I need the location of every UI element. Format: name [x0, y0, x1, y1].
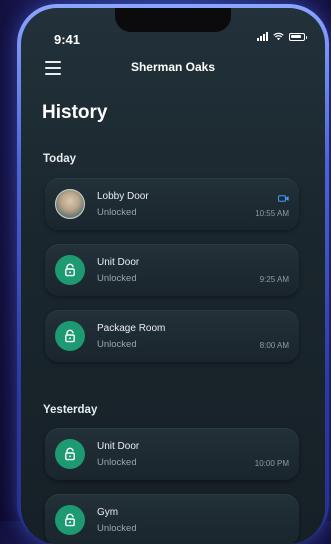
- item-name: Lobby Door: [97, 191, 149, 202]
- lock-icon: [55, 439, 85, 469]
- lock-icon: [55, 321, 85, 351]
- location-title[interactable]: Sherman Oaks: [21, 60, 325, 74]
- page-title: History: [42, 102, 108, 123]
- phone-frame: 9:41 Sherman Oaks History Today Lobby Do…: [17, 4, 329, 544]
- wifi-icon: [273, 32, 284, 41]
- status-time: 9:41: [54, 32, 81, 47]
- item-name: Unit Door: [97, 257, 140, 268]
- history-item-unit-door[interactable]: Unit Door Unlocked 10:00 PM: [45, 428, 299, 480]
- status-bar: 9:41: [21, 8, 325, 47]
- item-name: Unit Door: [97, 441, 140, 452]
- video-camera-icon[interactable]: [278, 195, 289, 202]
- item-status: Unlocked: [97, 457, 137, 468]
- section-label-yesterday: Yesterday: [43, 404, 98, 416]
- history-item-unit-door[interactable]: Unit Door Unlocked 9:25 AM: [45, 244, 299, 296]
- item-name: Gym: [97, 507, 119, 518]
- item-time: 10:00 PM: [254, 459, 289, 468]
- item-time: 10:55 AM: [255, 209, 289, 218]
- item-status: Unlocked: [97, 523, 137, 534]
- history-item-gym[interactable]: Gym Unlocked: [45, 494, 299, 544]
- section-label-today: Today: [43, 153, 77, 165]
- item-time: 8:00 AM: [259, 341, 289, 350]
- item-time: 9:25 AM: [259, 275, 289, 284]
- battery-icon: [289, 32, 307, 41]
- history-item-package-room[interactable]: Package Room Unlocked 8:00 AM: [45, 310, 299, 362]
- history-item-lobby-door[interactable]: Lobby Door Unlocked 10:55 AM: [45, 178, 299, 230]
- item-status: Unlocked: [97, 273, 137, 284]
- signal-icon: [257, 32, 268, 41]
- item-status: Unlocked: [97, 207, 137, 218]
- avatar: [55, 189, 85, 219]
- top-bar: Sherman Oaks: [21, 60, 325, 80]
- status-icons: [257, 32, 307, 41]
- app-screen: 9:41 Sherman Oaks History Today Lobby Do…: [21, 8, 325, 544]
- notch: [115, 8, 231, 32]
- lock-icon: [55, 505, 85, 535]
- item-status: Unlocked: [97, 339, 137, 350]
- item-name: Package Room: [97, 323, 166, 334]
- lock-icon: [55, 255, 85, 285]
